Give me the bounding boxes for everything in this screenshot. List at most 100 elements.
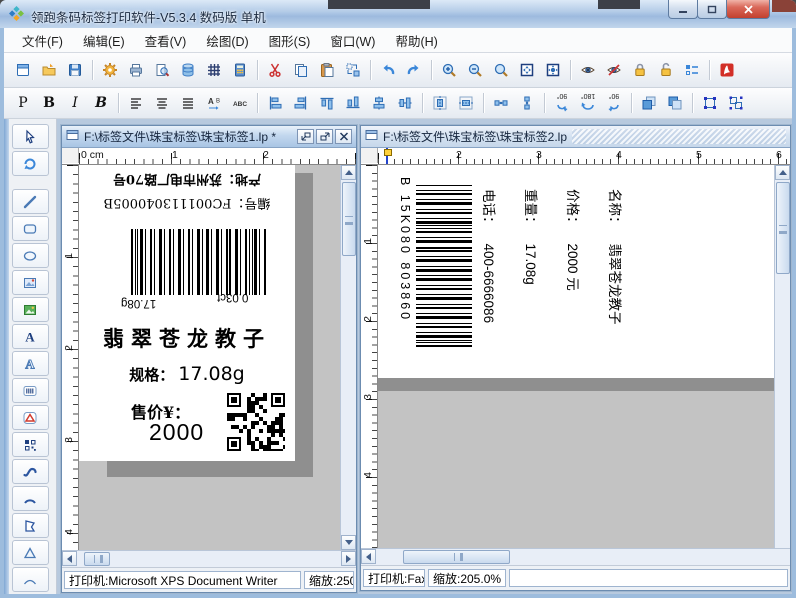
phone-field-object[interactable]: 电话：400-6666086	[480, 189, 500, 323]
scroll-left-button[interactable]	[62, 551, 77, 566]
layout-icon[interactable]	[340, 58, 366, 82]
art-text-tool[interactable]: A	[12, 351, 49, 376]
bring-to-front-icon[interactable]	[636, 91, 662, 115]
ruler-guide-marker[interactable]	[386, 148, 388, 164]
line-tool[interactable]	[12, 189, 49, 214]
ellipse-tool[interactable]	[12, 243, 49, 268]
align-right-edges-icon[interactable]	[288, 91, 314, 115]
print-icon[interactable]	[123, 58, 149, 82]
barcode-object[interactable]	[131, 229, 267, 295]
window-titlebar[interactable]: 领跑条码标签打印软件-V5.3.4 数码版 单机	[0, 0, 796, 29]
align-text-justify-icon[interactable]	[175, 91, 201, 115]
new-icon[interactable]	[10, 58, 36, 82]
picture-tool[interactable]	[12, 297, 49, 322]
serial-text-object[interactable]: 编号：FC001113040005B	[83, 195, 291, 214]
align-center-h-icon[interactable]	[366, 91, 392, 115]
zoom-in-icon[interactable]	[436, 58, 462, 82]
scrollbar-thumb[interactable]	[342, 182, 356, 256]
ungroup-icon[interactable]	[723, 91, 749, 115]
image-tool[interactable]	[12, 270, 49, 295]
doc-restore-button[interactable]	[297, 129, 314, 144]
document-2-titlebar[interactable]: F:\标签文件\珠宝标签\珠宝标签2.lp	[361, 126, 790, 148]
text-case-icon[interactable]: ABC	[227, 91, 253, 115]
triangle-tool[interactable]	[12, 540, 49, 565]
align-text-left-icon[interactable]	[123, 91, 149, 115]
zoom-icon[interactable]	[488, 58, 514, 82]
hide-object-icon[interactable]	[601, 58, 627, 82]
menu-item-2[interactable]: 编辑(E)	[73, 28, 135, 53]
product-name-object[interactable]: 翡翠苍龙教子	[79, 323, 295, 353]
design-canvas-1[interactable]: 产地：苏州市电厂路70号 编号：FC001113040005B 17.08g 0…	[79, 165, 340, 550]
curve-tool[interactable]	[12, 459, 49, 484]
fit-window-icon[interactable]	[514, 58, 540, 82]
bold-italic-icon[interactable]: B	[88, 91, 114, 115]
rounded-rect-tool[interactable]	[12, 216, 49, 241]
scrollbar-thumb[interactable]	[776, 182, 790, 274]
menu-item-3[interactable]: 查看(V)	[135, 28, 197, 53]
barcode-tool[interactable]	[12, 378, 49, 403]
weight-text-object[interactable]: 17.08g	[121, 297, 156, 309]
close-button[interactable]	[726, 0, 770, 19]
select-tool[interactable]	[12, 124, 49, 149]
menu-item-4[interactable]: 绘图(D)	[196, 28, 258, 53]
align-center-v-icon[interactable]	[392, 91, 418, 115]
name-field-object[interactable]: 名称：翡翠苍龙教子	[606, 189, 626, 325]
scrollbar-thumb[interactable]	[84, 552, 110, 566]
center-in-page-v-icon[interactable]	[453, 91, 479, 115]
menu-item-5[interactable]: 图形(S)	[259, 28, 321, 53]
pdf-export-icon[interactable]	[714, 58, 740, 82]
text-tool[interactable]: A	[12, 324, 49, 349]
grid-icon[interactable]	[201, 58, 227, 82]
letter-spacing-icon[interactable]: AB	[201, 91, 227, 115]
undo-icon[interactable]	[375, 58, 401, 82]
settings-icon[interactable]	[97, 58, 123, 82]
fit-all-icon[interactable]	[540, 58, 566, 82]
print-preview-icon[interactable]	[149, 58, 175, 82]
barcode-object[interactable]	[416, 185, 472, 347]
menu-item-1[interactable]: 文件(F)	[12, 28, 73, 53]
bold-icon[interactable]: B	[36, 91, 62, 115]
send-to-back-icon[interactable]	[662, 91, 688, 115]
label-design-1[interactable]: 产地：苏州市电厂路70号 编号：FC001113040005B 17.08g 0…	[79, 165, 295, 461]
weight-field-object[interactable]: 重量：17.08g	[522, 189, 542, 285]
paragraph-icon[interactable]: P	[10, 91, 36, 115]
show-object-icon[interactable]	[575, 58, 601, 82]
vertical-scrollbar[interactable]	[774, 165, 790, 548]
align-bottom-edges-icon[interactable]	[340, 91, 366, 115]
scroll-right-button[interactable]	[341, 551, 356, 566]
open-icon[interactable]	[36, 58, 62, 82]
align-top-edges-icon[interactable]	[314, 91, 340, 115]
rotate-90-cw-icon[interactable]: 90°	[601, 90, 627, 116]
equal-height-icon[interactable]	[514, 91, 540, 115]
logo-tool[interactable]	[12, 405, 49, 430]
zoom-out-icon[interactable]	[462, 58, 488, 82]
doc-maximize-button[interactable]	[316, 129, 333, 144]
rotate-tool-tool[interactable]	[12, 151, 49, 176]
equal-width-icon[interactable]	[488, 91, 514, 115]
align-left-edges-icon[interactable]	[262, 91, 288, 115]
object-options-icon[interactable]	[679, 58, 705, 82]
group-icon[interactable]	[697, 91, 723, 115]
spec-text-object[interactable]: 规格： 17.08g	[79, 363, 295, 385]
rotate-180-icon[interactable]: 180°	[575, 90, 601, 116]
unlock-icon[interactable]	[653, 58, 679, 82]
italic-icon[interactable]: I	[62, 91, 88, 115]
arc-tool[interactable]	[12, 486, 49, 511]
wave-tool[interactable]	[12, 567, 49, 592]
align-text-center-icon[interactable]	[149, 91, 175, 115]
center-in-page-h-icon[interactable]	[427, 91, 453, 115]
scroll-left-button[interactable]	[361, 549, 376, 564]
scroll-down-button[interactable]	[341, 535, 356, 550]
origin-text-object[interactable]: 产地：苏州市电厂路70号	[83, 171, 291, 190]
database-icon[interactable]	[175, 58, 201, 82]
save-icon[interactable]	[62, 58, 88, 82]
barcode-text-object[interactable]: B 15K080 803860	[398, 177, 412, 322]
horizontal-scrollbar[interactable]	[62, 550, 356, 567]
design-canvas-2[interactable]: B 15K080 803860 名称：翡翠苍龙教子 价格：2000 元 重量：1…	[378, 165, 774, 548]
doc-close-button[interactable]	[335, 129, 352, 144]
minimize-button[interactable]	[668, 0, 698, 19]
polygon-tool[interactable]	[12, 513, 49, 538]
calculator-icon[interactable]	[227, 58, 253, 82]
price-value-object[interactable]: 2000	[149, 419, 204, 446]
scrollbar-thumb[interactable]	[403, 550, 510, 564]
